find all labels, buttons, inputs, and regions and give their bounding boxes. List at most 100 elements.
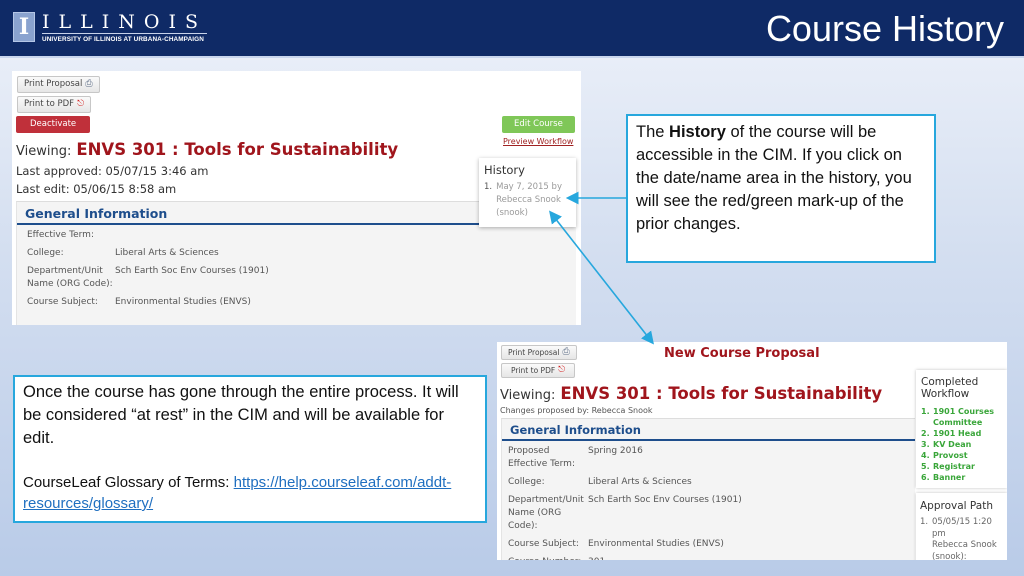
slide-title: Course History <box>765 8 1004 49</box>
printer-icon: ⎙ <box>85 79 93 89</box>
history-callout-prefix: The <box>636 123 670 141</box>
workflow-step-label: Provost <box>933 451 968 460</box>
approval-entry-line: (snook): <box>932 551 967 561</box>
info-row: Course Number:301 <box>508 556 915 560</box>
info-row: Proposed Effective Term: Spring 2016 <box>508 445 915 471</box>
illinois-logo: I ILLINOIS UNIVERSITY OF ILLINOIS AT URB… <box>13 12 207 46</box>
info-value: Sch Earth Soc Env Courses (1901) <box>115 266 269 276</box>
info-row: Effective Term: <box>27 229 576 242</box>
info-label: College: <box>27 248 64 258</box>
general-information-panel: General Information Proposed Effective T… <box>501 418 915 560</box>
info-value: Environmental Studies (ENVS) <box>115 297 251 307</box>
general-information-rows: Effective Term: College: Liberal Arts & Sc… <box>17 225 576 309</box>
workflow-step-number: 2. <box>921 429 930 438</box>
history-entry-line: (snook) <box>496 208 528 218</box>
viewing-label: Viewing: <box>16 144 72 159</box>
info-row: Course Subject: Environmental Studies (EN… <box>508 538 915 551</box>
print-proposal-label: Print Proposal <box>508 348 560 357</box>
glossary-line: CourseLeaf Glossary of Terms: https://he… <box>23 472 477 514</box>
info-value: Liberal Arts & Sciences <box>115 248 219 258</box>
history-entry-line: May 7, 2015 by <box>496 182 562 192</box>
workflow-list: 1. 1901 Courses Committee 2. 1901 Head 3. KV … <box>921 406 1002 483</box>
workflow-step-number: 4. <box>921 451 930 460</box>
history-entry-text: May 7, 2015 by Rebecca Snook (snook) <box>496 181 562 220</box>
course-view-screenshot: Print Proposal ⎙ Print to PDF ⎋ Deactiva… <box>12 71 581 325</box>
history-entry-line: Rebecca Snook <box>496 195 561 205</box>
logo-wordmark: ILLINOIS <box>42 11 207 34</box>
approval-list: 1.05/05/15 1:20 pmRebecca Snook(snook):A… <box>920 517 1003 560</box>
history-list: 1. May 7, 2015 by Rebecca Snook (snook) <box>484 181 571 220</box>
at-rest-callout: Once the course has gone through the ent… <box>13 375 487 523</box>
approval-entry-line: 05/05/15 1:20 pm <box>932 517 992 539</box>
edit-course-button[interactable]: Edit Course <box>502 116 575 133</box>
history-title: History <box>484 163 525 177</box>
workflow-step-label: Registrar <box>933 462 975 471</box>
workflow-step-label: 1901 Courses Committee <box>933 407 995 427</box>
info-value: Environmental Studies (ENVS) <box>588 539 724 549</box>
info-label: Effective Term: <box>27 230 94 240</box>
approval-entry-number: 1. <box>920 517 929 527</box>
workflow-step-label: KV Dean <box>933 440 972 449</box>
info-label: Department/Unit Name (ORG Code): <box>27 266 113 289</box>
history-callout: The History of the course will be access… <box>626 114 936 263</box>
info-label: Course Subject: <box>508 539 579 549</box>
print-proposal-button[interactable]: Print Proposal ⎙ <box>17 76 100 93</box>
approval-entry-line: Rebecca Snook <box>932 540 997 550</box>
info-row: Department/Unit Name (ORG Code): Sch Eart… <box>27 265 576 291</box>
info-row: Department/Unit Name (ORG Code): Sch Eart… <box>508 494 915 533</box>
glossary-label: CourseLeaf Glossary of Terms: <box>23 474 234 491</box>
illinois-block-i-icon: I <box>13 12 35 42</box>
workflow-step-number: 3. <box>921 440 930 449</box>
info-row: Course Subject: Environmental Studies (EN… <box>27 296 576 309</box>
info-label: Course Subject: <box>27 297 98 307</box>
print-proposal-label: Print Proposal <box>24 79 83 89</box>
info-value: Liberal Arts & Sciences <box>588 477 692 487</box>
course-title: ENVS 301 : Tools for Sustainability <box>560 384 883 403</box>
history-box: History 1. May 7, 2015 by Rebecca Snook (sn… <box>479 158 576 227</box>
info-label: Course Number: <box>508 556 588 560</box>
workflow-step: 6. Banner <box>921 472 1002 483</box>
pdf-icon: ⎋ <box>558 365 566 375</box>
viewing-label: Viewing: <box>500 388 556 403</box>
viewing-heading: Viewing: ENVS 301 : Tools for Sustainabi… <box>16 140 398 159</box>
workflow-step: 4. Provost <box>921 450 1002 461</box>
workflow-step: 1. 1901 Courses Committee <box>921 406 1002 428</box>
info-label: Department/Unit Name (ORG Code): <box>508 495 584 531</box>
changes-proposed-by: Changes proposed by: Rebecca Snook <box>500 406 653 415</box>
workflow-step-number: 6. <box>921 473 930 482</box>
info-value: 301 <box>588 556 605 560</box>
info-value: Sch Earth Soc Env Courses (1901) <box>588 495 742 505</box>
last-edit: Last edit: 05/06/15 8:58 am <box>16 182 177 196</box>
print-pdf-button[interactable]: Print to PDF ⎋ <box>501 363 576 378</box>
deactivate-button[interactable]: Deactivate <box>16 116 91 133</box>
history-entry[interactable]: 1. May 7, 2015 by Rebecca Snook (snook) <box>484 181 571 220</box>
info-label: College: <box>508 477 545 487</box>
workflow-step-number: 1. <box>921 407 930 416</box>
approval-entry: 1.05/05/15 1:20 pmRebecca Snook(snook):A… <box>920 517 1003 560</box>
last-approved: Last approved: 05/07/15 3:46 am <box>16 164 209 178</box>
completed-workflow-title: Completed Workflow <box>921 376 979 400</box>
info-label: Proposed Effective Term: <box>508 446 575 469</box>
viewing-heading: Viewing: ENVS 301 : Tools for Sustainabi… <box>500 384 882 403</box>
logo-subtitle: UNIVERSITY OF ILLINOIS AT URBANA-CHAMPAI… <box>42 36 204 43</box>
slide-header: I ILLINOIS UNIVERSITY OF ILLINOIS AT URB… <box>0 0 1024 58</box>
workflow-step: 5. Registrar <box>921 461 1002 472</box>
print-proposal-button[interactable]: Print Proposal ⎙ <box>501 345 577 360</box>
history-callout-bold: History <box>669 123 726 141</box>
workflow-step: 2. 1901 Head <box>921 428 1002 439</box>
workflow-step-label: Banner <box>933 473 966 482</box>
pdf-icon: ⎋ <box>77 99 85 109</box>
print-pdf-button[interactable]: Print to PDF ⎋ <box>17 96 92 113</box>
at-rest-text: Once the course has gone through the ent… <box>23 383 459 447</box>
info-row: College: Liberal Arts & Sciences <box>508 476 915 489</box>
workflow-step: 3. KV Dean <box>921 439 1002 450</box>
print-pdf-label: Print to PDF <box>24 99 75 109</box>
proposal-view-screenshot: Print Proposal ⎙ Print to PDF ⎋ New Cour… <box>497 342 1007 560</box>
approval-path-title: Approval Path <box>920 500 993 512</box>
history-entry-number: 1. <box>484 182 493 192</box>
preview-workflow-link[interactable]: Preview Workflow <box>503 137 573 146</box>
general-information-title: General Information <box>502 419 915 441</box>
printer-icon: ⎙ <box>562 347 570 357</box>
new-course-proposal-heading: New Course Proposal <box>664 346 820 361</box>
completed-workflow-box: Completed Workflow 1. 1901 Courses Commit… <box>916 370 1007 488</box>
